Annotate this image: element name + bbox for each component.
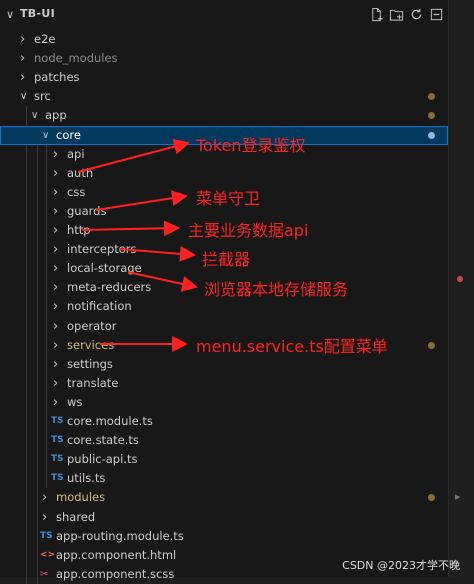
tree-file[interactable]: TS utils.ts xyxy=(0,469,448,488)
tree-item-label: api xyxy=(67,146,85,161)
tree-folder[interactable]: › translate xyxy=(0,374,448,393)
editor-hint-glyph: ▸ xyxy=(455,490,461,503)
collapse-all-icon[interactable] xyxy=(428,5,444,23)
chevron-right-icon[interactable]: › xyxy=(53,278,58,297)
tree-folder[interactable]: › shared xyxy=(0,508,448,527)
tree-file[interactable]: TS app-routing.module.ts xyxy=(0,527,448,546)
ts-file-icon: TS xyxy=(51,416,64,426)
tree-file[interactable]: TS core.state.ts xyxy=(0,431,448,450)
tree-item-label: services xyxy=(67,337,115,352)
modified-indicator xyxy=(428,494,435,502)
chevron-right-icon[interactable]: › xyxy=(53,336,58,355)
tree-item-label: modules xyxy=(56,490,106,505)
tree-item-label: public-api.ts xyxy=(67,452,138,467)
tree-item-label: app.component.html xyxy=(56,547,177,562)
ts-file-icon: TS xyxy=(40,530,53,541)
annotation-token-auth: Token登录鉴权 xyxy=(196,136,306,155)
tree-folder[interactable]: › settings xyxy=(0,355,448,374)
tree-folder[interactable]: › e2e xyxy=(0,30,448,49)
tree-folder[interactable]: › patches xyxy=(0,68,448,87)
tree-item-label: utils.ts xyxy=(67,471,106,486)
tree-item-label: shared xyxy=(56,509,96,524)
tree-item-label: local-storage xyxy=(67,261,142,276)
chevron-right-icon[interactable]: › xyxy=(53,164,58,183)
tree-item-label: auth xyxy=(67,165,94,180)
editor-area: ▸ xyxy=(448,0,474,577)
chevron-right-icon[interactable]: › xyxy=(53,317,58,336)
chevron-down-icon[interactable]: ∨ xyxy=(42,126,49,145)
chevron-right-icon[interactable]: › xyxy=(20,49,25,68)
tree-item-label: app-routing.module.ts xyxy=(56,528,184,543)
refresh-icon[interactable] xyxy=(408,5,424,23)
tree-item-label: ws xyxy=(67,394,83,409)
tree-item-label: app.component.scss xyxy=(56,566,175,581)
chevron-right-icon[interactable]: › xyxy=(53,240,58,259)
annotation-local-storage: 浏览器本地存储服务 xyxy=(204,280,349,299)
tree-item-label: interceptors xyxy=(67,242,137,257)
chevron-right-icon[interactable]: › xyxy=(53,259,58,278)
tree-item-label: node_modules xyxy=(34,51,118,66)
chevron-down-icon[interactable]: ∨ xyxy=(31,106,38,125)
tree-item-label: app xyxy=(45,108,67,123)
chevron-right-icon[interactable]: › xyxy=(53,145,58,164)
html-file-icon: <> xyxy=(40,549,56,560)
tree-item-label: core xyxy=(56,127,81,142)
chevron-down-icon[interactable]: ∨ xyxy=(20,87,27,106)
tree-item-label: core.module.ts xyxy=(67,414,153,428)
chevron-down-icon[interactable]: ∨ xyxy=(6,8,14,21)
tree-folder[interactable]: › ws xyxy=(0,393,448,412)
chevron-right-icon[interactable]: › xyxy=(53,393,58,412)
project-title: TB-UI xyxy=(20,7,55,20)
explorer-toolbar xyxy=(368,5,444,23)
tree-folder[interactable]: › auth xyxy=(0,164,448,183)
watermark: CSDN @2023才学不晚 xyxy=(342,559,460,572)
tree-folder[interactable]: › node_modules xyxy=(0,49,448,68)
tree-item-label: settings xyxy=(67,356,113,371)
chevron-right-icon[interactable]: › xyxy=(20,68,25,87)
ts-file-icon: TS xyxy=(51,454,64,465)
chevron-right-icon[interactable]: › xyxy=(53,183,58,202)
tree-folder[interactable]: › notification xyxy=(0,297,448,316)
tree-item-label: src xyxy=(34,89,51,104)
tree-item-label: notification xyxy=(67,299,132,314)
chevron-right-icon[interactable]: › xyxy=(53,297,58,316)
annotation-menu-guard: 菜单守卫 xyxy=(196,189,261,208)
ts-file-icon: TS xyxy=(51,473,64,484)
annotation-business-api: 主要业务数据api xyxy=(188,221,309,240)
chevron-right-icon[interactable]: › xyxy=(20,30,25,49)
annotation-menu-service: menu.service.ts配置菜单 xyxy=(196,337,388,356)
new-folder-icon[interactable] xyxy=(388,5,404,23)
tree-item-label: translate xyxy=(67,375,119,390)
new-file-icon[interactable] xyxy=(368,5,384,23)
chevron-right-icon[interactable]: › xyxy=(42,508,47,527)
annotation-interceptor: 拦截器 xyxy=(202,250,251,269)
tree-folder[interactable]: ∨ app xyxy=(0,106,448,125)
tree-folder[interactable]: › modules xyxy=(0,488,448,507)
tree-file[interactable]: TS public-api.ts xyxy=(0,450,448,469)
chevron-right-icon[interactable]: › xyxy=(42,488,47,507)
modified-indicator xyxy=(428,341,435,349)
tree-item-label: core.state.ts xyxy=(67,433,139,448)
tree-item-label: operator xyxy=(67,318,117,333)
chevron-right-icon[interactable]: › xyxy=(53,374,58,393)
tree-item-label: patches xyxy=(34,70,80,85)
tree-item-label: e2e xyxy=(34,32,56,46)
tree-item-label: guards xyxy=(67,203,107,218)
tree-item-label: meta-reducers xyxy=(67,280,152,295)
tree-item-label: css xyxy=(67,184,86,199)
chevron-right-icon[interactable]: › xyxy=(53,221,58,240)
explorer-header[interactable]: ∨ TB-UI xyxy=(0,4,448,26)
tree-folder[interactable]: ∨ src xyxy=(0,87,448,106)
breakpoint-marker xyxy=(457,276,463,282)
chevron-right-icon[interactable]: › xyxy=(53,202,58,221)
tree-file[interactable]: TS core.module.ts xyxy=(0,412,448,431)
modified-indicator xyxy=(428,131,435,139)
modified-indicator xyxy=(428,93,435,101)
tree-item-label: http xyxy=(67,223,91,237)
modified-indicator xyxy=(428,112,435,120)
ts-file-icon: TS xyxy=(51,435,64,446)
scss-file-icon: ✂ xyxy=(40,568,49,580)
chevron-right-icon[interactable]: › xyxy=(53,355,58,374)
